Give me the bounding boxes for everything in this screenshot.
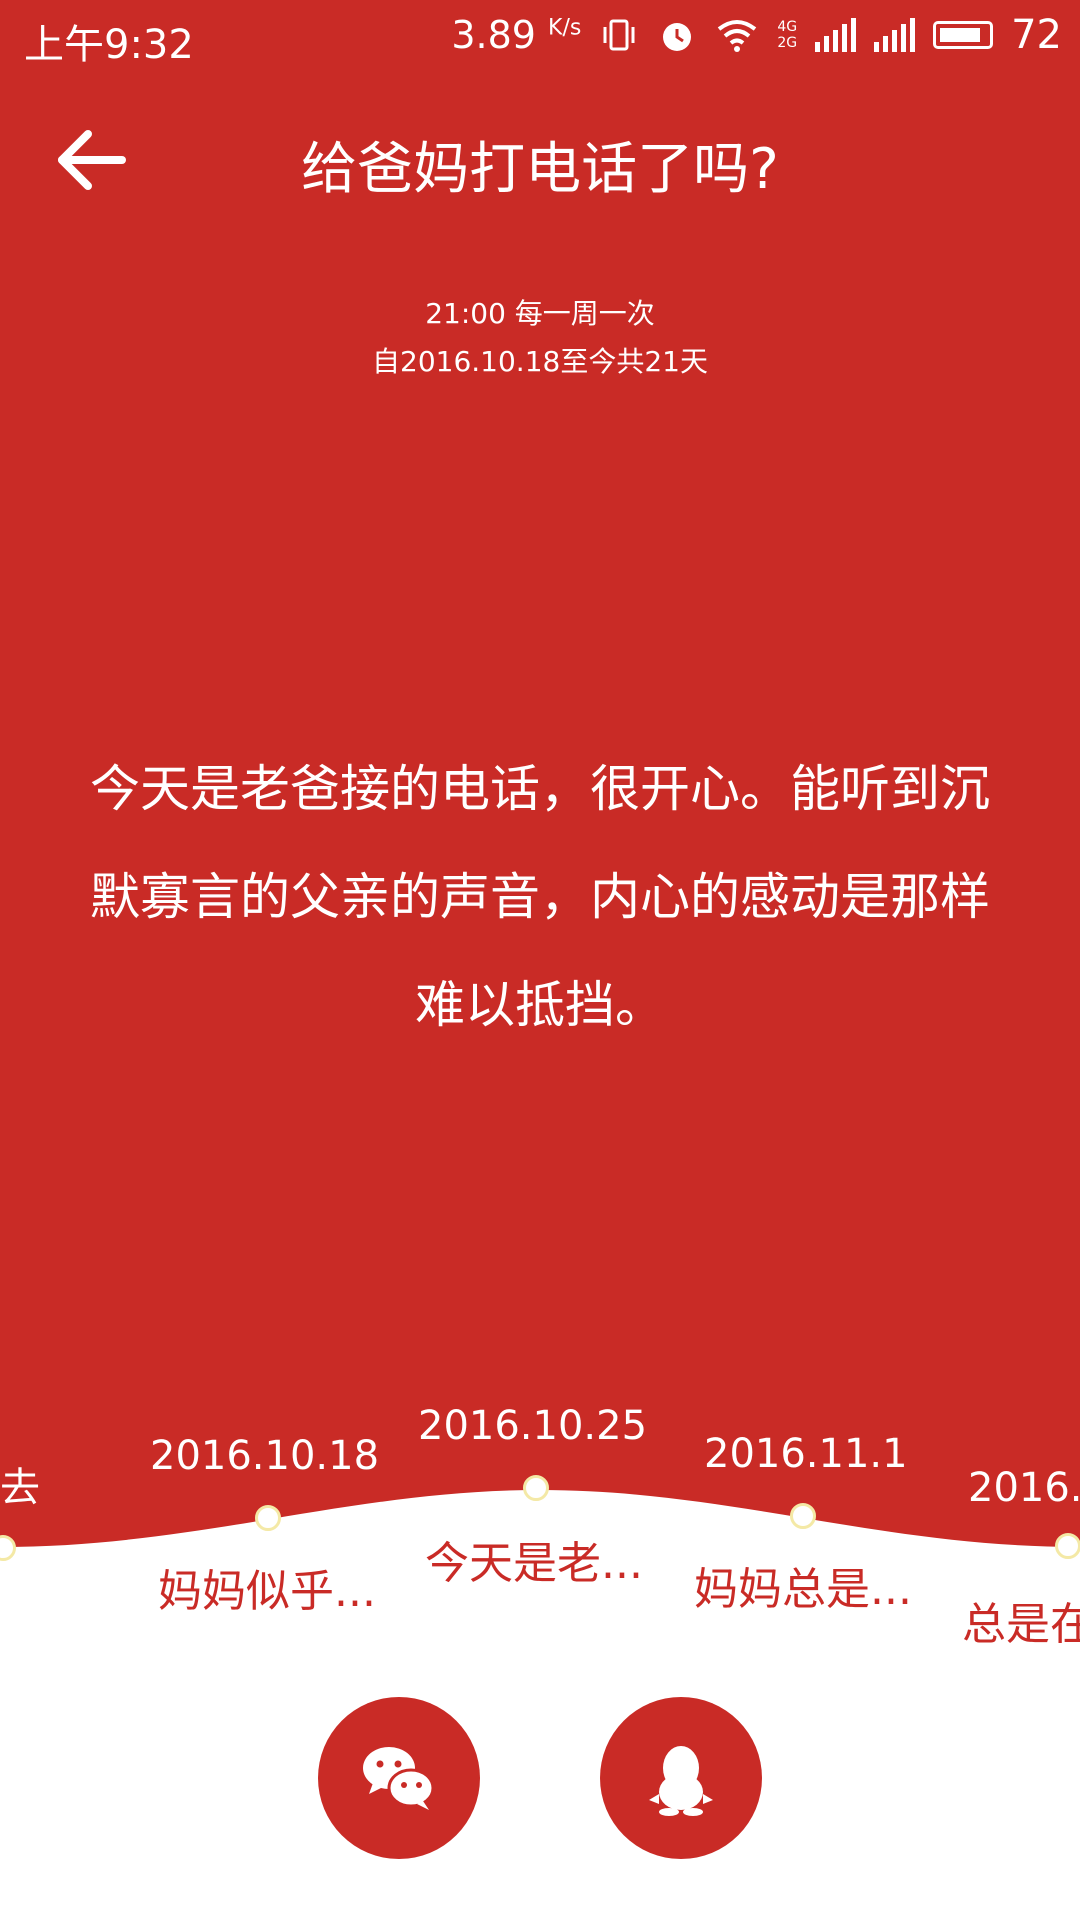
qq-icon bbox=[649, 1746, 713, 1816]
status-icons: 3.89 K/s 4G 2G 72 bbox=[451, 12, 1062, 58]
network-speed-unit: K/s bbox=[548, 15, 582, 41]
timeline-preview[interactable]: 妈妈似乎... bbox=[158, 1555, 376, 1619]
signal-icon bbox=[815, 18, 857, 52]
vibrate-icon bbox=[603, 19, 635, 51]
timeline-date[interactable]: 2016.10.25 bbox=[418, 1403, 647, 1449]
timeline-dot[interactable] bbox=[790, 1503, 816, 1529]
network-type-4g: 4G 2G bbox=[777, 19, 797, 51]
timeline-dot[interactable] bbox=[1055, 1533, 1080, 1559]
alarm-icon bbox=[663, 23, 692, 51]
battery-level: 72 bbox=[1011, 12, 1062, 58]
timeline-preview[interactable]: 今天是老... bbox=[425, 1527, 643, 1591]
network-speed-value: 3.89 bbox=[451, 13, 536, 57]
qq-share-button[interactable] bbox=[600, 1697, 762, 1859]
entry-text: 今天是老爸接的电话，很开心。能听到沉默寡言的父亲的声音，内心的感动是那样难以抵挡… bbox=[90, 760, 990, 1034]
network-speed: 3.89 K/s bbox=[451, 13, 581, 57]
timeline-dot[interactable] bbox=[523, 1475, 549, 1501]
schedule-info: 21:00 每一周一次 自2016.10.18至今共21天 bbox=[0, 290, 1080, 386]
reminder-time: 21:00 每一周一次 bbox=[425, 297, 655, 330]
timeline-date[interactable]: 2016.10.18 bbox=[150, 1433, 379, 1479]
wechat-share-button[interactable] bbox=[318, 1697, 480, 1859]
timeline-preview[interactable]: 妈妈总是... bbox=[694, 1553, 912, 1617]
timeline-dot[interactable] bbox=[255, 1505, 281, 1531]
wifi-icon bbox=[718, 20, 757, 52]
screen: 上午9:32 3.89 K/s 4G 2G 72 给爸妈打电话了吗? 21:00… bbox=[0, 0, 1080, 1920]
status-time: 上午9:32 bbox=[24, 22, 194, 68]
network-label-4g: 4G bbox=[777, 19, 798, 35]
timeline-date[interactable]: 2016.11.1 bbox=[704, 1431, 908, 1477]
signal-icon-2 bbox=[874, 18, 916, 52]
battery-icon bbox=[933, 21, 994, 49]
page-title: 给爸妈打电话了吗? bbox=[301, 137, 779, 202]
timeline-date[interactable]: 去 bbox=[0, 1455, 40, 1513]
timeline-date[interactable]: 2016.1 bbox=[968, 1465, 1080, 1511]
since-date: 自2016.10.18至今共21天 bbox=[372, 345, 708, 378]
timeline-preview[interactable]: 总是在 bbox=[962, 1588, 1080, 1652]
network-label-2g: 2G bbox=[777, 35, 798, 51]
status-bar: 上午9:32 3.89 K/s 4G 2G 72 bbox=[0, 0, 1080, 76]
wechat-icon bbox=[363, 1747, 435, 1810]
